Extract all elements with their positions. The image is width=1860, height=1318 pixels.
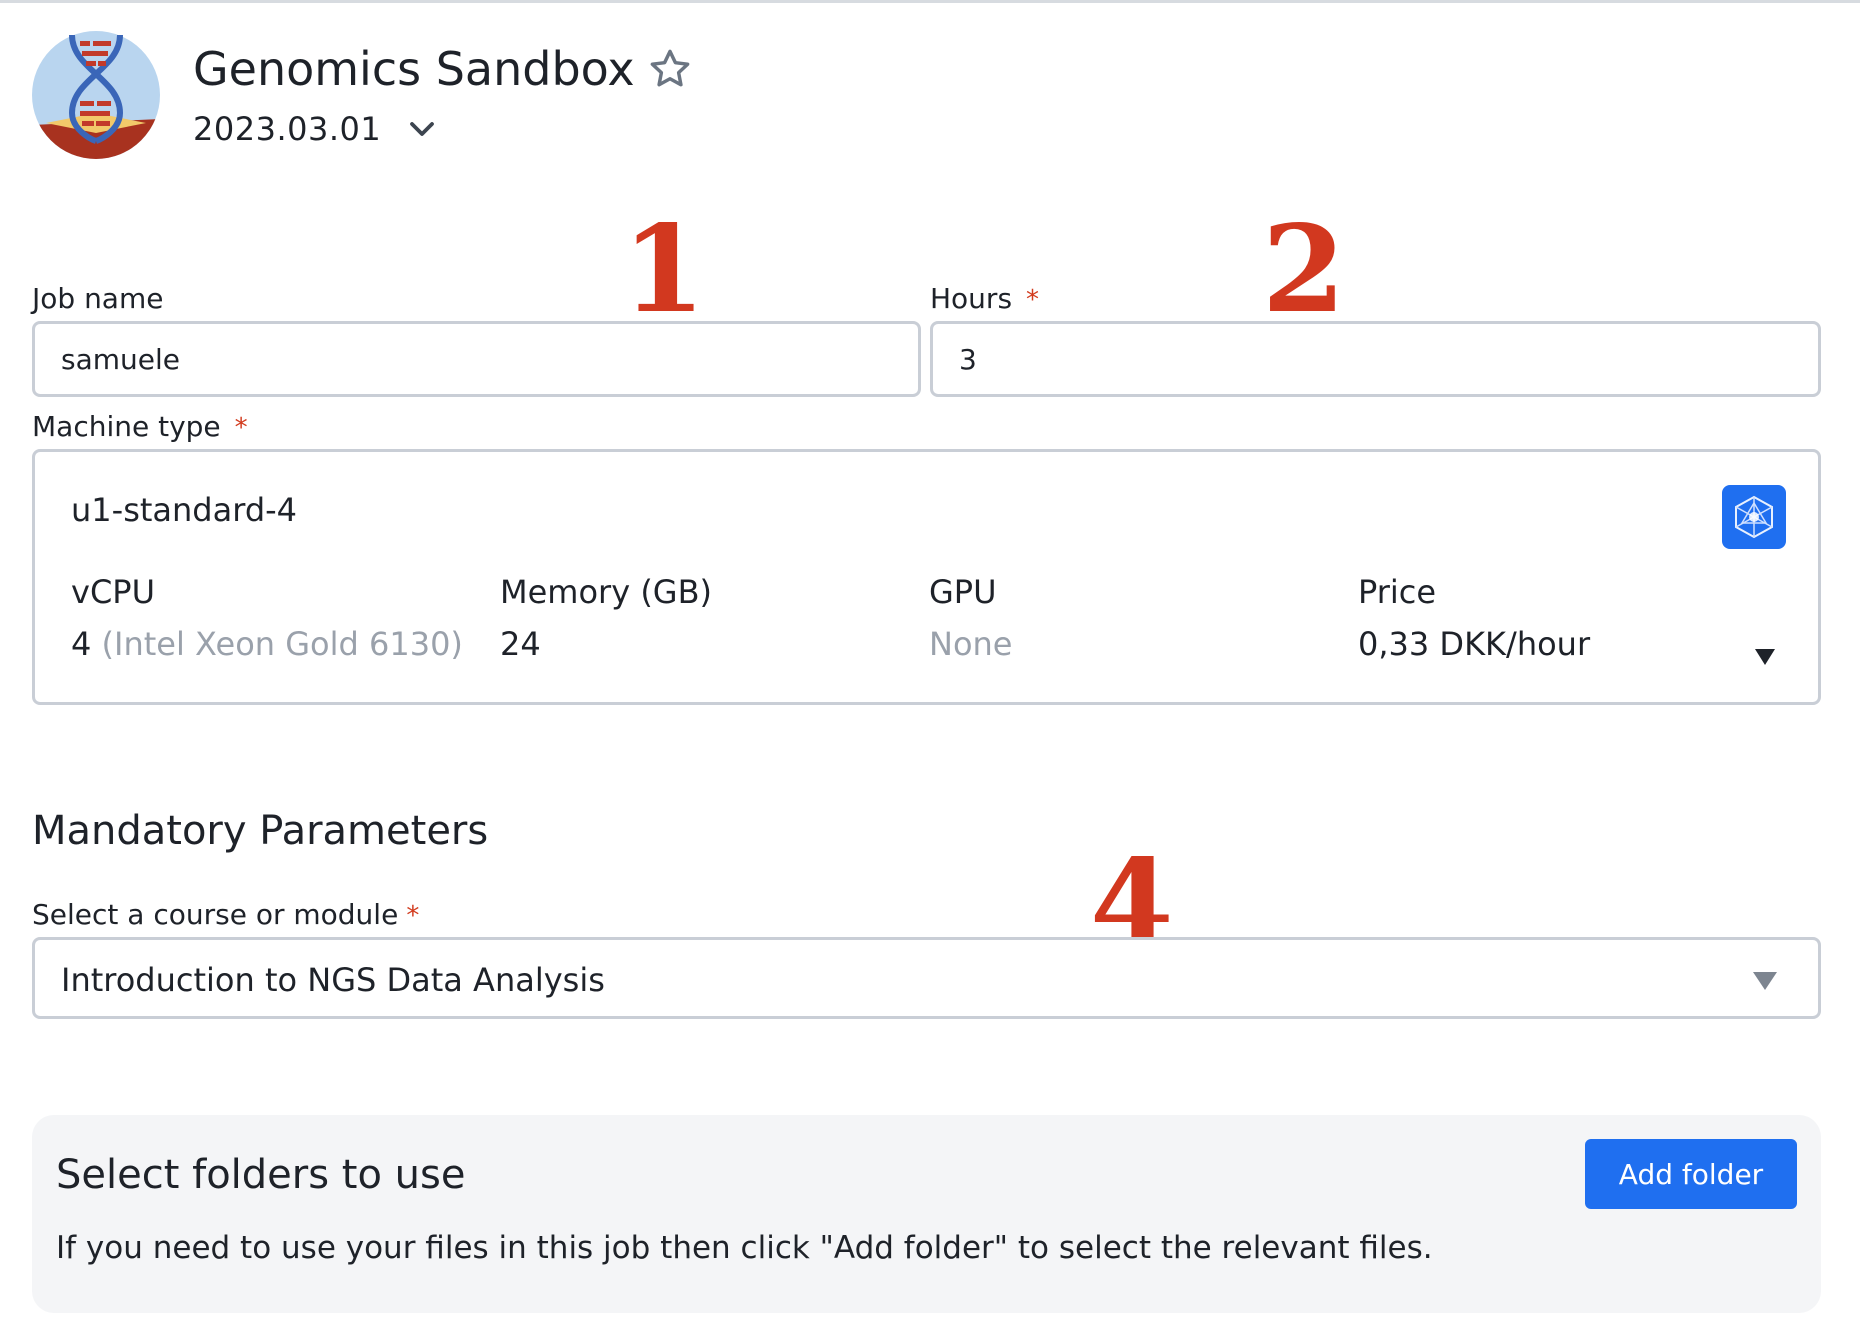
job-name-label-text: Job name [32,282,164,315]
annotation-2: 2 [1262,199,1346,340]
hours-input[interactable] [930,321,1821,397]
gpu-value: None [929,625,1013,663]
star-icon[interactable] [647,46,693,92]
job-name-input[interactable] [32,321,921,397]
folders-title: Select folders to use [56,1152,466,1198]
course-select-value: Introduction to NGS Data Analysis [61,961,605,999]
gpu-label: GPU [929,573,997,611]
app-title: Genomics Sandbox [193,42,635,96]
course-label-text: Select a course or module [32,898,399,931]
memory-value: 24 [500,625,541,663]
dna-icon [32,31,160,159]
vcpu-detail: (Intel Xeon Gold 6130) [101,625,463,663]
caret-down-icon [1755,649,1775,665]
course-label: Select a course or module * [32,897,419,934]
add-folder-button[interactable]: Add folder [1585,1139,1797,1209]
cloud-provider-icon [1722,485,1786,549]
price-label: Price [1358,573,1437,611]
machine-name: u1-standard-4 [71,491,298,529]
vcpu-value: 4 [71,625,92,663]
version-label: 2023.03.01 [193,110,382,148]
annotation-1: 1 [622,199,706,340]
machine-type-label-text: Machine type [32,410,221,443]
price-column: Price 0,33 DKK/hour [1358,570,1590,666]
gpu-column: GPU None [929,570,1012,666]
required-marker: * [406,901,420,931]
job-submission-page: Genomics Sandbox 2023.03.01 1 2 3 4 5 Jo… [0,0,1860,1318]
vcpu-value-row: 4 (Intel Xeon Gold 6130) [71,622,463,666]
machine-type-label: Machine type * [32,409,248,446]
version-selector[interactable]: 2023.03.01 [193,107,437,151]
folders-panel: Select folders to use If you need to use… [32,1115,1821,1313]
select-caret-down-icon [1753,972,1777,990]
app-title-row: Genomics Sandbox [193,39,693,99]
memory-label: Memory (GB) [500,573,713,611]
vcpu-column: vCPU 4 (Intel Xeon Gold 6130) [71,570,463,666]
course-select[interactable]: Introduction to NGS Data Analysis [32,937,1821,1019]
vcpu-label: vCPU [71,573,155,611]
job-name-label: Job name [32,281,163,317]
memory-column: Memory (GB) 24 [500,570,712,666]
hours-label: Hours * [930,281,1039,318]
required-marker: * [234,413,248,443]
required-marker: * [1026,285,1040,315]
price-value: 0,33 DKK/hour [1358,625,1591,663]
chevron-down-icon [410,122,435,136]
machine-type-selector[interactable]: u1-standard-4 vCPU 4 (Intel Xeon Gold 61… [32,449,1821,705]
provider-logo-graphic [1735,495,1773,539]
folders-description: If you need to use your files in this jo… [56,1230,1433,1266]
mandatory-parameters-heading: Mandatory Parameters [32,808,489,854]
hours-label-text: Hours [930,282,1013,315]
